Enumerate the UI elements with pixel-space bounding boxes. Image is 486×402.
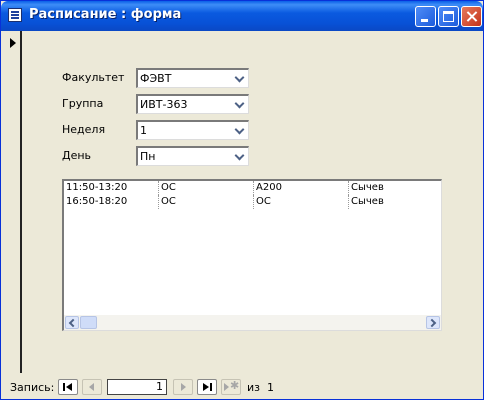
scroll-left-icon[interactable] — [65, 316, 79, 329]
chevron-down-icon[interactable] — [232, 96, 248, 112]
form-icon[interactable] — [8, 8, 22, 22]
time-cell: 16:50-18:20 — [64, 195, 159, 209]
teacher-cell: Сычев — [351, 196, 384, 207]
record-navigation-bar: Запись: 1 из 1 — [1, 375, 483, 399]
scroll-thumb[interactable] — [80, 316, 97, 329]
week-label: Неделя — [62, 123, 106, 136]
minimize-button[interactable] — [415, 6, 436, 27]
form-window: Расписание : форма Факультет ФЭВТ Группа… — [0, 0, 484, 400]
current-record-input[interactable]: 1 — [107, 379, 167, 395]
chevron-down-icon[interactable] — [232, 148, 248, 164]
scroll-right-icon[interactable] — [426, 316, 440, 329]
day-value: Пн — [140, 150, 156, 163]
close-button[interactable] — [461, 6, 482, 27]
total-records: 1 — [267, 381, 274, 394]
week-combo[interactable]: 1 — [136, 120, 249, 140]
group-combo[interactable]: ИВТ-363 — [136, 94, 249, 114]
record-count: из 1 — [247, 381, 274, 394]
window-title: Расписание : форма — [29, 7, 182, 22]
group-label: Группа — [62, 97, 104, 110]
of-label: из — [247, 381, 260, 394]
room-cell: А200 — [254, 181, 349, 195]
day-label: День — [62, 149, 92, 162]
next-record-icon[interactable] — [173, 379, 193, 395]
group-value: ИВТ-363 — [140, 98, 188, 111]
new-record-icon[interactable] — [221, 379, 241, 395]
record-selector[interactable] — [4, 31, 22, 373]
week-value: 1 — [140, 124, 147, 137]
first-record-icon[interactable] — [58, 379, 78, 395]
maximize-button[interactable] — [438, 6, 459, 27]
list-row[interactable]: 11:50-13:20 ОС А200 Сычев — [64, 181, 440, 195]
room-cell: ОС — [254, 195, 349, 209]
chevron-down-icon[interactable] — [232, 70, 248, 86]
day-combo[interactable]: Пн — [136, 146, 249, 166]
time-cell: 11:50-13:20 — [64, 181, 159, 195]
chevron-down-icon[interactable] — [232, 122, 248, 138]
prev-record-icon[interactable] — [82, 379, 102, 395]
horizontal-scrollbar[interactable] — [64, 315, 441, 330]
form-body: Факультет ФЭВТ Группа ИВТ-363 Неделя 1 Д… — [24, 31, 482, 373]
faculty-value: ФЭВТ — [140, 72, 172, 85]
schedule-listbox[interactable]: 11:50-13:20 ОС А200 Сычев 16:50-18:20 ОС… — [62, 179, 442, 331]
subject-cell: ОС — [159, 181, 254, 195]
teacher-cell: Сычев — [351, 182, 384, 193]
faculty-label: Факультет — [62, 71, 125, 84]
current-record-arrow-icon — [10, 38, 16, 48]
faculty-combo[interactable]: ФЭВТ — [136, 68, 249, 88]
record-label: Запись: — [10, 381, 55, 394]
list-row[interactable]: 16:50-18:20 ОС ОС Сычев — [64, 195, 440, 209]
subject-cell: ОС — [159, 195, 254, 209]
last-record-icon[interactable] — [197, 379, 217, 395]
title-bar[interactable]: Расписание : форма — [1, 1, 483, 31]
